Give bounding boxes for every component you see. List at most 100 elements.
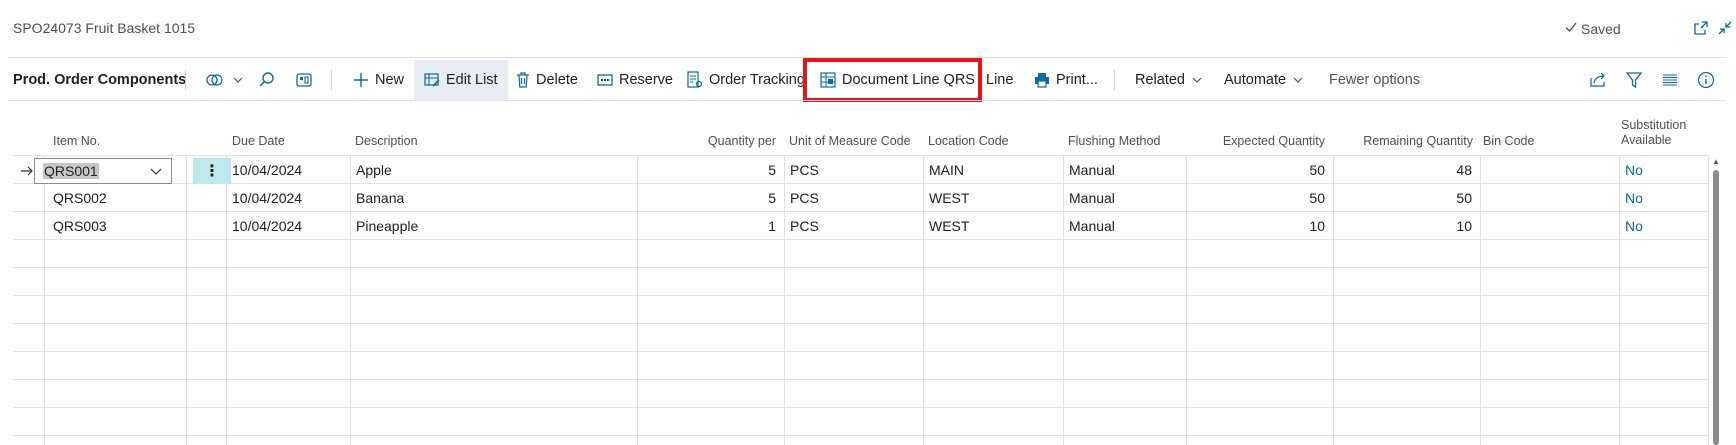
cell-substitution[interactable]: No [1625, 212, 1643, 240]
edit-list-icon [424, 72, 440, 88]
empty-row[interactable] [13, 268, 1709, 296]
cell-item-no[interactable]: QRS003 [53, 212, 107, 240]
cell-remaining-qty[interactable]: 48 [1339, 156, 1472, 184]
open-in-new-icon[interactable] [1691, 18, 1711, 38]
action-bar: Prod. Order Components New Edit List Del… [0, 60, 1736, 100]
cell-due-date[interactable]: 10/04/2024 [232, 156, 302, 184]
col-header-bin-code[interactable]: Bin Code [1483, 112, 1603, 156]
col-header-item-no[interactable]: Item No. [53, 112, 193, 156]
new-label: New [375, 72, 405, 88]
cell-flushing[interactable]: Manual [1069, 212, 1115, 240]
cell-substitution[interactable]: No [1625, 156, 1643, 184]
cell-flushing[interactable]: Manual [1069, 184, 1115, 212]
related-menu[interactable]: Related [1135, 60, 1203, 100]
personalize-icon [295, 71, 313, 89]
checkmark-icon [1564, 20, 1578, 37]
document-title: SPO24073 Fruit Basket 1015 [13, 20, 196, 36]
current-row-arrow-icon [20, 158, 34, 184]
col-header-flushing[interactable]: Flushing Method [1068, 112, 1188, 156]
cell-item-no[interactable]: QRS002 [53, 184, 107, 212]
cell-quantity-per[interactable]: 5 [643, 156, 776, 184]
reserve-icon [597, 73, 613, 87]
collapse-icon[interactable] [1715, 18, 1735, 38]
chevron-down-icon[interactable] [149, 164, 163, 178]
view-options-button[interactable] [206, 60, 244, 100]
line-button[interactable]: Line [986, 60, 1013, 100]
col-header-due-date[interactable]: Due Date [232, 112, 332, 156]
cell-expected-qty[interactable]: 50 [1193, 156, 1325, 184]
cell-quantity-per[interactable]: 1 [643, 212, 776, 240]
cell-uom[interactable]: PCS [790, 156, 819, 184]
vertical-scrollbar[interactable]: ▲ [1711, 156, 1721, 445]
toolbar-divider [8, 100, 1726, 101]
cell-description[interactable]: Pineapple [356, 212, 418, 240]
printer-icon [1034, 72, 1050, 88]
cell-remaining-qty[interactable]: 10 [1339, 212, 1472, 240]
list-icon[interactable] [1658, 60, 1682, 100]
empty-row[interactable] [13, 380, 1709, 408]
related-label: Related [1135, 72, 1185, 88]
cell-remaining-qty[interactable]: 50 [1339, 184, 1472, 212]
cell-location[interactable]: WEST [929, 184, 969, 212]
more-vertical-icon: ⋮ [204, 163, 220, 180]
cell-flushing[interactable]: Manual [1069, 156, 1115, 184]
cell-location[interactable]: MAIN [929, 156, 964, 184]
title-divider [8, 57, 1726, 58]
cell-due-date[interactable]: 10/04/2024 [232, 184, 302, 212]
order-tracking-button[interactable]: Order Tracking [687, 60, 805, 100]
empty-row[interactable] [13, 324, 1709, 352]
new-button[interactable]: New [353, 60, 404, 100]
cell-quantity-per[interactable]: 5 [643, 184, 776, 212]
col-header-substitution[interactable]: Substitution Available [1621, 112, 1706, 156]
cell-expected-qty[interactable]: 10 [1193, 212, 1325, 240]
document-line-qrs-button[interactable]: Document Line QRS [820, 60, 975, 100]
scroll-thumb[interactable] [1713, 170, 1719, 445]
cell-due-date[interactable]: 10/04/2024 [232, 212, 302, 240]
col-header-quantity-per[interactable]: Quantity per [633, 112, 776, 156]
delete-button[interactable]: Delete [516, 60, 578, 100]
share-icon[interactable] [1586, 60, 1610, 100]
reserve-button[interactable]: Reserve [597, 60, 673, 100]
cell-expected-qty[interactable]: 50 [1193, 184, 1325, 212]
line-label: Line [986, 72, 1014, 88]
cell-uom[interactable]: PCS [790, 184, 819, 212]
filter-icon[interactable] [1622, 60, 1646, 100]
row-actions-button[interactable]: ⋮ [193, 158, 231, 184]
cell-description[interactable]: Apple [356, 156, 392, 184]
table-row[interactable]: 10/04/2024 Apple 5 PCS MAIN Manual 50 48… [13, 156, 1709, 184]
view-options-icon [206, 72, 226, 88]
search-button[interactable] [258, 60, 276, 100]
cell-location[interactable]: WEST [929, 212, 969, 240]
table-row[interactable]: QRS003 10/04/2024 Pineapple 1 PCS WEST M… [13, 212, 1709, 240]
automate-menu[interactable]: Automate [1224, 60, 1304, 100]
empty-row[interactable] [13, 352, 1709, 380]
toolbar-separator [1114, 70, 1115, 90]
chevron-down-icon [1292, 74, 1304, 86]
cell-substitution[interactable]: No [1625, 184, 1643, 212]
col-header-description[interactable]: Description [355, 112, 555, 156]
automate-label: Automate [1224, 72, 1287, 88]
empty-row[interactable] [13, 296, 1709, 324]
info-icon[interactable] [1694, 60, 1718, 100]
item-no-input[interactable]: QRS001 [34, 158, 172, 184]
document-line-qrs-label: Document Line QRS [842, 72, 975, 88]
col-header-expected-qty[interactable]: Expected Quantity [1193, 112, 1325, 156]
order-tracking-icon [687, 71, 703, 89]
scroll-up-icon[interactable]: ▲ [1711, 156, 1721, 166]
table-row[interactable]: QRS002 10/04/2024 Banana 5 PCS WEST Manu… [13, 184, 1709, 212]
edit-list-button[interactable]: Edit List [414, 60, 508, 100]
empty-row[interactable] [13, 240, 1709, 268]
empty-row[interactable] [13, 408, 1709, 436]
fewer-options-button[interactable]: Fewer options [1329, 60, 1420, 100]
col-header-remaining-qty[interactable]: Remaining Quantity [1333, 112, 1473, 156]
chevron-down-icon [1191, 74, 1203, 86]
print-label: Print... [1056, 72, 1098, 88]
personalize-button[interactable] [295, 60, 313, 100]
trash-icon [516, 72, 530, 88]
toolbar-separator [185, 70, 186, 90]
col-header-location[interactable]: Location Code [928, 112, 1058, 156]
print-button[interactable]: Print... [1034, 60, 1098, 100]
cell-description[interactable]: Banana [356, 184, 404, 212]
col-header-uom[interactable]: Unit of Measure Code [789, 112, 923, 156]
cell-uom[interactable]: PCS [790, 212, 819, 240]
